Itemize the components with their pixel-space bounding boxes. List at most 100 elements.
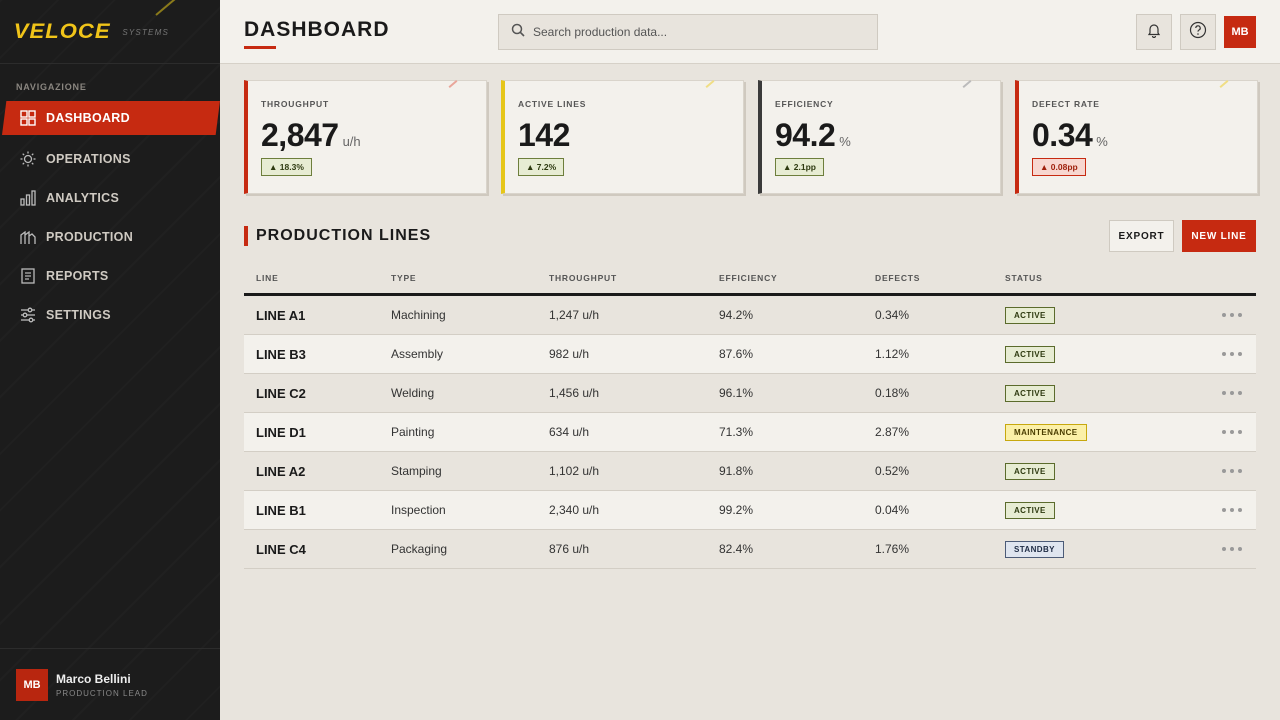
kpi-card-throughput: THROUGHPUT 2,847 u/h ▲ 18.3%: [244, 80, 487, 194]
kpi-value: 0.34%: [1032, 117, 1108, 154]
more-actions-icon[interactable]: [1222, 469, 1242, 473]
status-badge: ACTIVE: [1005, 462, 1055, 480]
table-row[interactable]: LINE A2 Stamping 1,102 u/h 91.8% 0.52% A…: [244, 452, 1256, 491]
sidebar-item-label: OPERATIONS: [46, 151, 131, 166]
cell-line: LINE B1: [256, 502, 306, 518]
more-actions-icon[interactable]: [1222, 547, 1242, 551]
search-box[interactable]: [498, 14, 878, 50]
more-actions-icon[interactable]: [1222, 430, 1242, 434]
status-badge: MAINTENANCE: [1005, 423, 1087, 441]
document-icon: [20, 267, 36, 284]
new-line-button[interactable]: NEW LINE: [1182, 220, 1256, 252]
column-header-line[interactable]: LINE: [244, 273, 391, 283]
corner-decoration: [962, 80, 972, 88]
kpi-label: ACTIVE LINES: [518, 99, 587, 109]
more-actions-icon[interactable]: [1222, 391, 1242, 395]
kpi-trend-badge: ▲ 18.3%: [261, 158, 312, 176]
cell-type: Inspection: [391, 503, 446, 517]
kpi-label: THROUGHPUT: [261, 99, 329, 109]
table-row[interactable]: LINE C2 Welding 1,456 u/h 96.1% 0.18% AC…: [244, 374, 1256, 413]
cell-line: LINE C4: [256, 541, 306, 557]
kpi-number: 94.2: [775, 117, 836, 153]
search-input[interactable]: [533, 25, 853, 39]
column-header-type[interactable]: TYPE: [391, 273, 549, 283]
avatar[interactable]: MB: [1224, 16, 1256, 48]
kpi-number: 142: [518, 117, 570, 153]
cell-type: Assembly: [391, 347, 444, 361]
cell-efficiency: 96.1%: [719, 386, 754, 400]
nav-heading: NAVIGAZIONE: [16, 82, 87, 92]
sidebar: VELOCE SYSTEMS NAVIGAZIONE DASHBOARD OPE…: [0, 0, 220, 720]
kpi-trend-badge: ▲ 0.08pp: [1032, 158, 1086, 176]
cell-defects: 2.87%: [875, 425, 910, 439]
status-badge: ACTIVE: [1005, 384, 1055, 402]
cell-line: LINE A2: [256, 463, 306, 479]
cell-throughput: 876 u/h: [549, 542, 590, 556]
sidebar-item-analytics[interactable]: ANALYTICS: [0, 178, 220, 217]
cell-throughput: 1,456 u/h: [549, 386, 600, 400]
avatar: MB: [16, 668, 48, 701]
user-role: PRODUCTION LEAD: [56, 688, 148, 698]
cell-defects: 1.76%: [875, 542, 910, 556]
notifications-button[interactable]: [1136, 14, 1172, 50]
kpi-label: DEFECT RATE: [1032, 99, 1100, 109]
status-badge: STANDBY: [1005, 540, 1064, 558]
cell-efficiency: 82.4%: [719, 542, 754, 556]
kpi-card-efficiency: EFFICIENCY 94.2% ▲ 2.1pp: [758, 80, 1001, 194]
table-row[interactable]: LINE A1 Machining 1,247 u/h 94.2% 0.34% …: [244, 296, 1256, 335]
export-button[interactable]: EXPORT: [1109, 220, 1174, 252]
cell-defects: 0.52%: [875, 464, 910, 478]
table-row[interactable]: LINE D1 Painting 634 u/h 71.3% 2.87% MAI…: [244, 413, 1256, 452]
kpi-label: EFFICIENCY: [775, 99, 834, 109]
cell-defects: 0.18%: [875, 386, 910, 400]
grid-icon: [20, 110, 36, 126]
status-badge: ACTIVE: [1005, 501, 1055, 519]
brand-logo[interactable]: VELOCE: [14, 20, 111, 44]
cell-type: Welding: [391, 386, 435, 400]
sidebar-item-reports[interactable]: REPORTS: [0, 256, 220, 295]
table-row[interactable]: LINE B1 Inspection 2,340 u/h 99.2% 0.04%…: [244, 491, 1256, 530]
sidebar-item-label: ANALYTICS: [46, 190, 120, 205]
cell-defects: 0.34%: [875, 308, 910, 322]
more-actions-icon[interactable]: [1222, 352, 1242, 356]
kpi-card-defect-rate: DEFECT RATE 0.34% ▲ 0.08pp: [1015, 80, 1258, 194]
column-header-efficiency[interactable]: EFFICIENCY: [719, 273, 875, 283]
cell-defects: 0.04%: [875, 503, 910, 517]
column-header-defects[interactable]: DEFECTS: [875, 273, 1005, 283]
help-button[interactable]: [1180, 14, 1216, 50]
column-header-status[interactable]: STATUS: [1005, 273, 1205, 283]
cell-efficiency: 94.2%: [719, 308, 754, 322]
production-lines-table: LINE TYPE THROUGHPUT EFFICIENCY DEFECTS …: [244, 262, 1256, 569]
brand-slash-decoration: [155, 0, 179, 16]
sun-gear-icon: [20, 151, 36, 167]
more-actions-icon[interactable]: [1222, 313, 1242, 317]
brand-sub: SYSTEMS: [122, 28, 169, 37]
user-name: Marco Bellini: [56, 671, 131, 686]
bell-icon: [1146, 22, 1162, 43]
cell-line: LINE C2: [256, 385, 306, 401]
sidebar-item-settings[interactable]: SETTINGS: [0, 295, 220, 334]
sidebar-item-production[interactable]: PRODUCTION: [0, 217, 220, 256]
kpi-number: 2,847: [261, 117, 339, 153]
sidebar-item-label: REPORTS: [46, 268, 109, 283]
sidebar-item-dashboard[interactable]: DASHBOARD: [2, 101, 220, 135]
table-row[interactable]: LINE C4 Packaging 876 u/h 82.4% 1.76% ST…: [244, 530, 1256, 569]
user-profile[interactable]: MB Marco Bellini PRODUCTION LEAD: [0, 648, 220, 720]
table-row[interactable]: LINE B3 Assembly 982 u/h 87.6% 1.12% ACT…: [244, 335, 1256, 374]
cell-line: LINE A1: [256, 307, 306, 323]
cell-type: Stamping: [391, 464, 442, 478]
corner-decoration: [1219, 80, 1229, 88]
topbar: DASHBOARD MB: [220, 0, 1280, 64]
more-actions-icon[interactable]: [1222, 508, 1242, 512]
cell-efficiency: 71.3%: [719, 425, 754, 439]
cell-throughput: 634 u/h: [549, 425, 590, 439]
column-header-throughput[interactable]: THROUGHPUT: [549, 273, 719, 283]
kpi-value: 2,847 u/h: [261, 117, 361, 154]
cell-type: Painting: [391, 425, 435, 439]
cell-throughput: 982 u/h: [549, 347, 590, 361]
sidebar-item-operations[interactable]: OPERATIONS: [0, 139, 220, 178]
page-title: DASHBOARD: [244, 18, 390, 41]
table-header: LINE TYPE THROUGHPUT EFFICIENCY DEFECTS …: [244, 262, 1256, 296]
section-title: PRODUCTION LINES: [244, 226, 431, 246]
kpi-unit: %: [1096, 134, 1108, 149]
